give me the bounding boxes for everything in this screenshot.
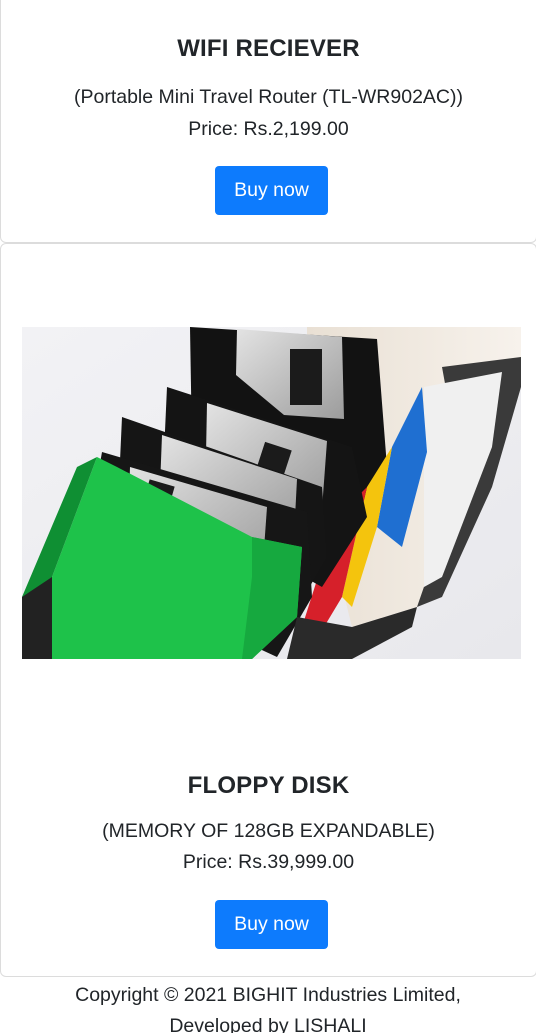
product-title: FLOPPY DISK xyxy=(187,772,350,799)
footer: Copyright © 2021 BIGHIT Industries Limit… xyxy=(0,980,536,1033)
product-price: Price: Rs.2,199.00 xyxy=(188,118,349,140)
product-title: WIFI RECIEVER xyxy=(177,35,360,62)
product-image xyxy=(22,327,521,659)
developer-credit: Developed by LISHALI xyxy=(169,1015,367,1033)
page: WIFI RECIEVER (Portable Mini Travel Rout… xyxy=(0,0,536,1033)
product-card-wifi-receiver: WIFI RECIEVER (Portable Mini Travel Rout… xyxy=(0,0,536,243)
floppy-disks-in-box-photo xyxy=(22,327,521,659)
buy-now-button[interactable]: Buy now xyxy=(215,166,328,215)
product-description: (Portable Mini Travel Router (TL-WR902AC… xyxy=(73,86,464,108)
product-card-floppy-disk: FLOPPY DISK (MEMORY OF 128GB EXPANDABLE)… xyxy=(0,243,536,977)
product-description: (MEMORY OF 128GB EXPANDABLE) xyxy=(102,820,435,842)
copyright-text: Copyright © 2021 BIGHIT Industries Limit… xyxy=(75,984,461,1006)
buy-now-button[interactable]: Buy now xyxy=(215,900,328,949)
product-price: Price: Rs.39,999.00 xyxy=(182,851,355,873)
